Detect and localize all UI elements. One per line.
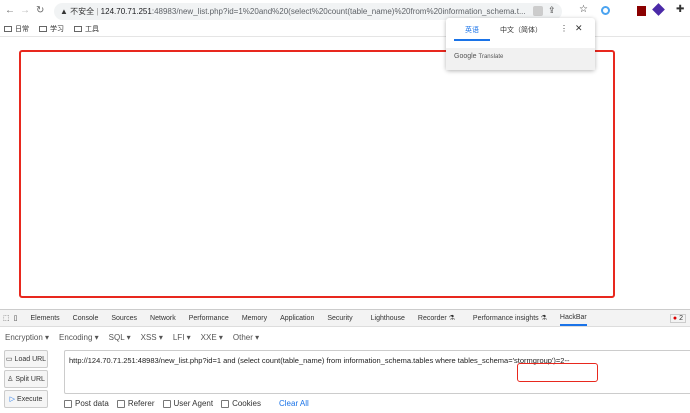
tab-elements[interactable]: Elements [30,315,59,322]
post-data-checkbox[interactable]: Post data [64,399,109,408]
tab-sources[interactable]: Sources [111,315,137,322]
translate-footer: Google Translate [446,48,595,70]
play-icon: ▷ [9,396,16,403]
highlight-box [517,363,598,382]
tab-recorder[interactable]: Recorder ⚗ [418,314,455,322]
folder-icon [74,26,82,33]
extension-icon[interactable] [637,6,646,16]
cookies-checkbox[interactable]: Cookies [221,399,261,408]
hackbar-menu: Encryption ▾ Encoding ▾ SQL ▾ XSS ▾ LFI … [0,328,690,347]
clear-all-link[interactable]: Clear All [279,399,309,408]
more-icon[interactable]: ⋮ [560,24,568,33]
menu-lfi[interactable]: LFI ▾ [173,333,191,342]
bookmark-folder[interactable]: 工具 [74,24,99,34]
menu-encoding[interactable]: Encoding ▾ [59,333,99,342]
load-icon: ▭ [5,356,13,363]
load-url-button[interactable]: ▭ Load URL [4,350,48,368]
menu-sql[interactable]: SQL ▾ [109,333,131,342]
tab-security[interactable]: Security [327,315,352,322]
back-icon[interactable]: ← [5,5,15,16]
extension-icon[interactable] [652,3,665,16]
translate-popup: 英语 中文（简体） ⋮ ✕ Google Translate [446,18,595,70]
close-icon[interactable]: ✕ [575,23,583,34]
forward-icon[interactable]: → [20,5,30,16]
share-icon[interactable]: ⇪ [548,5,556,16]
tab-network[interactable]: Network [150,315,176,322]
tab-performance[interactable]: Performance [189,315,229,322]
tab-performance-insights[interactable]: Performance insights ⚗ [473,314,547,322]
bookmark-folder[interactable]: 日常 [4,24,29,34]
referer-checkbox[interactable]: Referer [116,399,155,408]
insecure-label: 不安全 [70,7,95,16]
folder-icon [4,26,12,33]
devtools-tabs: ⬚ ▯ Elements Console Sources Network Per… [0,309,690,327]
folder-icon [39,26,47,33]
tab-target-language[interactable]: 中文（简体） [500,25,542,35]
tab-hackbar[interactable]: HackBar [559,310,587,326]
split-url-button[interactable]: ♙ Split URL [4,370,48,388]
translate-icon[interactable] [533,6,543,16]
highlight-box [19,50,615,298]
menu-xss[interactable]: XSS ▾ [141,333,163,342]
execute-button[interactable]: ▷ Execute [4,390,48,408]
tab-source-language[interactable]: 英语 [454,25,490,41]
warning-icon: ▲ [60,7,71,16]
hackbar-options: Post data Referer User Agent Cookies Cle… [64,399,309,408]
tab-console[interactable]: Console [73,315,99,322]
url-host: 124.70.71.251 [100,7,152,16]
reload-icon[interactable]: ↻ [36,5,44,16]
url-path: :48983/new_list.php?id=1%20and%20(select… [151,7,526,16]
star-icon[interactable]: ☆ [579,4,588,15]
error-badge[interactable]: ● 2 [669,313,686,323]
puzzle-icon[interactable]: ✚ [676,4,684,15]
user-agent-checkbox[interactable]: User Agent [162,399,213,408]
menu-xxe[interactable]: XXE ▾ [201,333,223,342]
split-icon: ♙ [7,376,14,383]
tab-memory[interactable]: Memory [242,315,267,322]
device-icon[interactable]: ▯ [14,314,18,322]
inspect-icon[interactable]: ⬚ [3,314,10,322]
menu-other[interactable]: Other ▾ [233,333,259,342]
menu-encryption[interactable]: Encryption ▾ [5,333,49,342]
tab-lighthouse[interactable]: Lighthouse [371,315,405,322]
bookmark-folder[interactable]: 学习 [39,24,64,34]
tab-application[interactable]: Application [280,315,314,322]
extension-icon[interactable] [601,6,610,15]
